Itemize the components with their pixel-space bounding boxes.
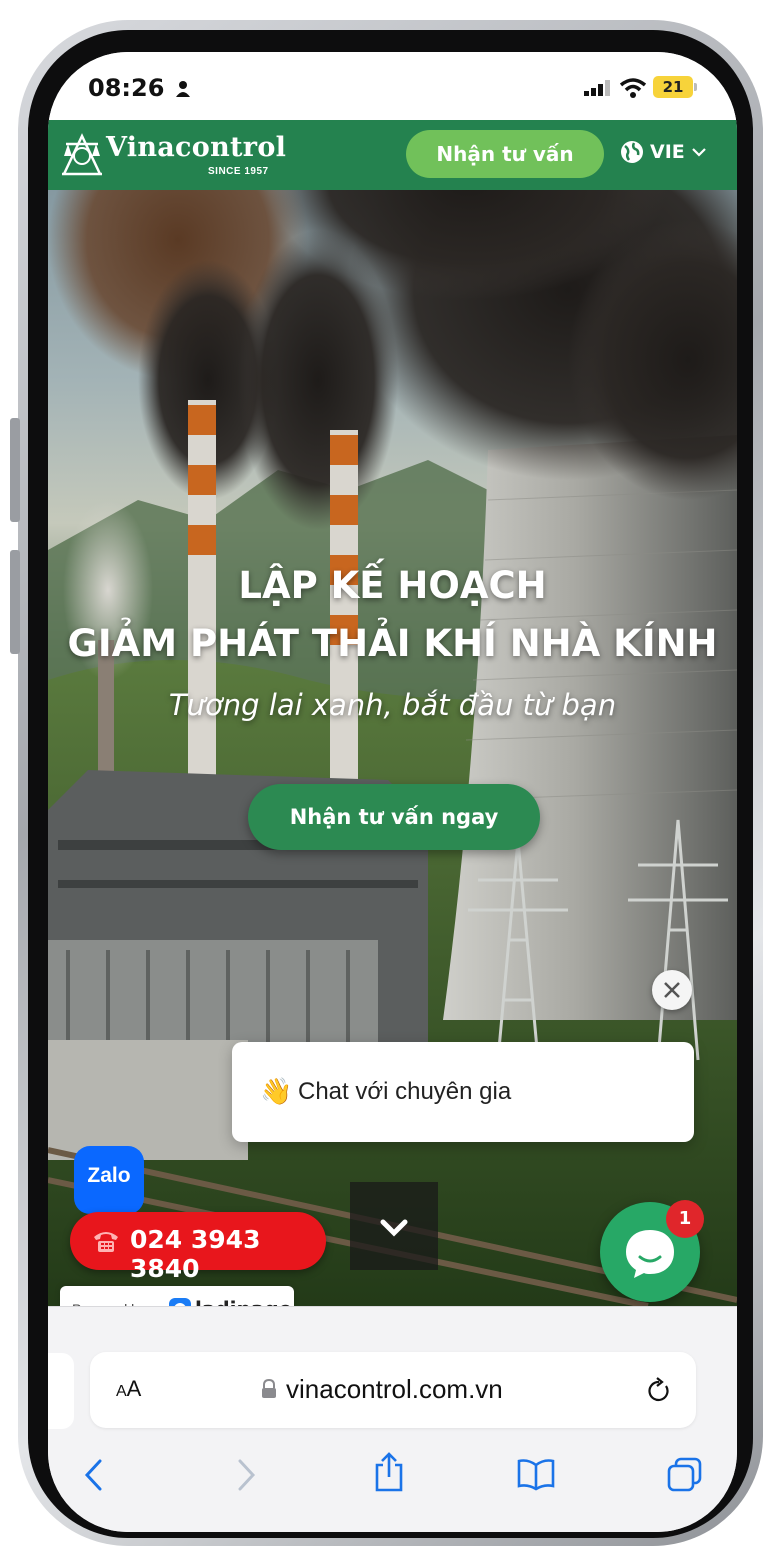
scales-logo-icon[interactable] xyxy=(60,130,104,178)
previous-tab-preview[interactable] xyxy=(48,1353,74,1429)
back-arrow-icon[interactable] xyxy=(82,1457,106,1493)
brand-since: SINCE 1957 xyxy=(208,166,269,177)
forward-arrow-icon[interactable] xyxy=(234,1457,258,1493)
status-bar: 08:26 21 xyxy=(48,52,737,120)
signal-icon xyxy=(584,80,610,96)
lock-icon xyxy=(262,1378,276,1398)
chat-unread-badge: 1 xyxy=(666,1200,704,1238)
person-icon xyxy=(176,81,190,97)
globe-icon xyxy=(621,141,643,163)
chat-prompt-bubble[interactable]: 👋 Chat với chuyên gia xyxy=(232,1042,694,1142)
battery-indicator: 21 xyxy=(653,76,693,98)
share-icon[interactable] xyxy=(372,1451,406,1493)
close-icon xyxy=(664,982,680,998)
browser-toolbar: AA vinacontrol.com.vn xyxy=(48,1306,737,1532)
chevron-down-icon xyxy=(691,148,706,157)
zalo-label: Zalo xyxy=(87,1164,131,1187)
language-selector[interactable]: VIE xyxy=(620,140,707,164)
waving-hand-icon: 👋 xyxy=(260,1076,293,1106)
address-bar[interactable]: AA vinacontrol.com.vn xyxy=(90,1352,696,1428)
battery-tip xyxy=(694,83,697,91)
tabs-icon[interactable] xyxy=(666,1457,704,1493)
brand-logo-text[interactable]: Vinacontrol xyxy=(106,132,286,163)
hero-title-line-1: LẬP KẾ HOẠCH xyxy=(238,564,547,607)
volume-down-button xyxy=(10,550,20,654)
hero-consult-button[interactable]: Nhận tư vấn ngay xyxy=(248,784,540,850)
page-settings-button[interactable]: AA xyxy=(116,1376,141,1402)
aa-large: A xyxy=(126,1376,142,1401)
wifi-icon xyxy=(620,78,646,98)
aa-small: A xyxy=(116,1383,127,1400)
url-text: vinacontrol.com.vn xyxy=(286,1374,503,1404)
telephone-icon xyxy=(94,1232,118,1252)
chat-prompt-text: Chat với chuyên gia xyxy=(298,1078,512,1105)
header-consult-button[interactable]: Nhận tư vấn xyxy=(406,130,604,178)
bookmarks-icon[interactable] xyxy=(516,1457,556,1491)
hero-subtitle: Tương lai xanh, bắt đầu từ bạn xyxy=(168,688,617,722)
phone-call-button[interactable]: 024 3943 3840 xyxy=(70,1212,326,1283)
scroll-down-button[interactable] xyxy=(350,1182,438,1270)
chevron-down-icon xyxy=(380,1219,408,1237)
chat-close-button[interactable] xyxy=(652,970,692,1010)
hero-title-line-2: GIẢM PHÁT THẢI KHÍ NHÀ KÍNH xyxy=(67,622,718,665)
volume-up-button xyxy=(10,418,20,522)
site-header: Vinacontrol SINCE 1957 Nhận tư vấn VIE xyxy=(48,120,737,190)
phone-screen: 08:26 21 Vinacontrol SINCE 1957 Nhận tư … xyxy=(48,52,737,1532)
language-code: VIE xyxy=(650,141,685,163)
status-time: 08:26 xyxy=(88,74,165,102)
reload-icon[interactable] xyxy=(646,1376,672,1404)
phone-number: 024 3943 3840 xyxy=(130,1225,261,1283)
zalo-button[interactable]: Zalo xyxy=(74,1146,144,1214)
